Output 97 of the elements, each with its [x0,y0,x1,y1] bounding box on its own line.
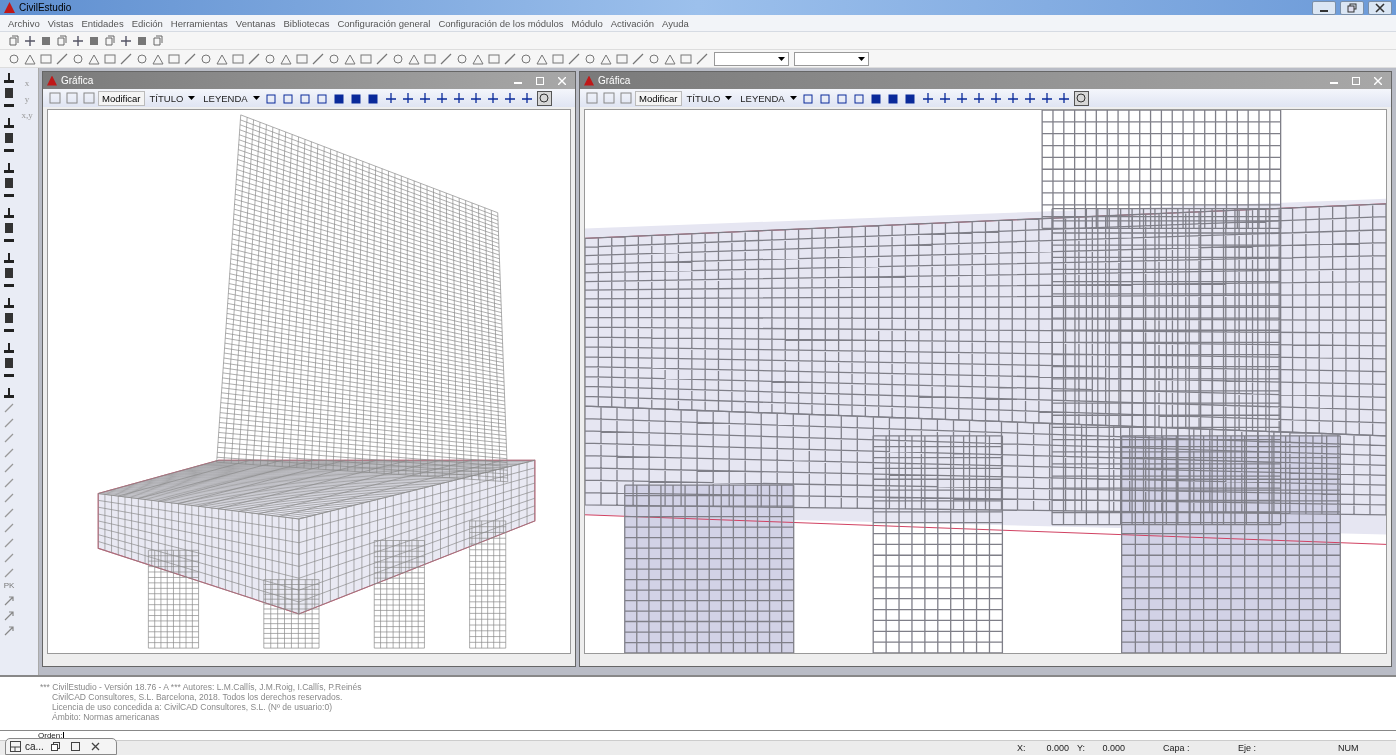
tool-icon[interactable] [2,221,16,235]
menu-item[interactable]: Ventanas [231,17,280,29]
modify-button[interactable]: Modificar [98,90,145,106]
title-dropdown[interactable]: TÍTULO [683,92,736,104]
tool-icon[interactable] [2,206,16,220]
restore-button[interactable] [1340,0,1364,15]
tool-icon[interactable] [2,131,16,145]
maximize-icon [536,76,544,85]
view-icon[interactable] [1039,90,1055,106]
caret-icon [725,96,733,100]
caret-icon [188,96,196,100]
arrow-icon[interactable] [2,624,16,638]
layer-label: Capa : [1163,743,1191,753]
tool-icon[interactable] [2,386,16,400]
menu-item[interactable]: Entidades [77,17,128,29]
tool-icon[interactable] [2,116,16,130]
window-icon [10,741,21,752]
minimize-button[interactable] [1312,0,1336,15]
restore-icon [1347,2,1357,13]
arrow-icon[interactable] [2,594,16,608]
window-title: Gráfica [598,75,631,86]
console-line: *** CivilEstudio - Versión 18.76 - A *** Autores: L.M.Callís, J.M.Roig, I.Callís, P.Reinés [40,682,363,692]
close-icon [91,742,101,751]
view-icon[interactable] [1022,90,1038,106]
view-icon[interactable] [971,90,987,106]
dropdown-field[interactable] [794,51,869,66]
close-button[interactable] [1368,0,1392,15]
maximize-icon [71,742,81,751]
menu-item[interactable]: Herramientas [166,17,232,29]
window-title: Gráfica [61,75,94,86]
app-logo-icon [47,75,57,86]
view-icon[interactable] [1005,90,1021,106]
menu-item[interactable]: Edición [127,17,167,29]
caret-icon [858,56,865,61]
menu-item[interactable]: Configuración general [333,17,435,29]
maximize-icon [1352,76,1360,85]
minimized-window[interactable]: ca... [5,738,117,755]
menu-item[interactable]: Ayuda [658,17,693,29]
console-line: Licencia de uso concedida a: CivilCAD Consultores, S.L. (Nº de usuario:0) [51,702,333,712]
menu-item[interactable]: Bibliotecas [279,17,334,29]
console-line: CivilCAD Consultores, S.L. Barcelona, 2018. Todos los derechos reservados. [51,692,344,702]
close-icon [1374,76,1382,85]
tool-icon[interactable] [2,296,16,310]
x-value: 0.000 [1045,743,1069,753]
caret-icon [789,96,797,100]
tool-icon[interactable] [2,341,16,355]
menu-item[interactable]: Vistas [43,17,78,29]
close-icon [558,76,566,85]
menu-item[interactable]: Activación [606,17,659,29]
restore-icon [51,742,61,751]
close-icon [1375,2,1385,13]
pk-button[interactable]: PK [3,581,15,593]
caret-icon [778,56,785,61]
view-icon[interactable] [988,90,1004,106]
view-icon[interactable] [434,90,450,106]
view-icon[interactable] [502,90,518,106]
tool-icon[interactable] [2,86,16,100]
y-value: 0.000 [1101,743,1125,753]
console-line: Ámbito: Normas americanas [51,712,161,722]
tool-icon[interactable] [2,266,16,280]
x-label: X: [1017,743,1027,753]
tool-icon[interactable] [2,71,16,85]
tool-icon[interactable] [2,176,16,190]
view-icon[interactable] [400,90,416,106]
minimized-window-title: ca... [25,741,44,752]
y-label: Y: [1077,743,1086,753]
view-icon[interactable] [937,90,953,106]
modify-button[interactable]: Modificar [635,90,682,106]
window-title: CivilEstudio [19,2,72,13]
arrow-icon[interactable] [2,609,16,623]
caret-icon [252,96,260,100]
tool-icon[interactable] [2,311,16,325]
view-icon[interactable] [468,90,484,106]
menu-item[interactable]: Configuración de los módulos [434,17,568,29]
legend-dropdown[interactable]: LEYENDA [200,92,263,104]
dropdown-field[interactable] [714,51,789,66]
view-icon[interactable] [519,90,535,106]
view-icon[interactable] [485,90,501,106]
view-icon[interactable] [920,90,936,106]
tool-icon[interactable] [2,161,16,175]
title-dropdown[interactable]: TÍTULO [146,92,199,104]
command-prompt: Orden: [38,731,63,740]
menu-item[interactable]: Archivo [4,17,44,29]
menu-item[interactable]: Módulo [567,17,607,29]
view-icon[interactable] [1056,90,1072,106]
axis-label: Eje : [1238,743,1257,753]
view-icon[interactable] [383,90,399,106]
view-icon[interactable] [954,90,970,106]
view-icon[interactable] [451,90,467,106]
view-icon[interactable] [417,90,433,106]
minimize-icon [1320,9,1328,12]
app-logo-icon [4,2,15,13]
num-lock-indicator: NUM [1338,743,1360,753]
tool-icon[interactable] [2,356,16,370]
tool-icon[interactable] [2,251,16,265]
app-logo-icon [584,75,594,86]
legend-dropdown[interactable]: LEYENDA [737,92,800,104]
